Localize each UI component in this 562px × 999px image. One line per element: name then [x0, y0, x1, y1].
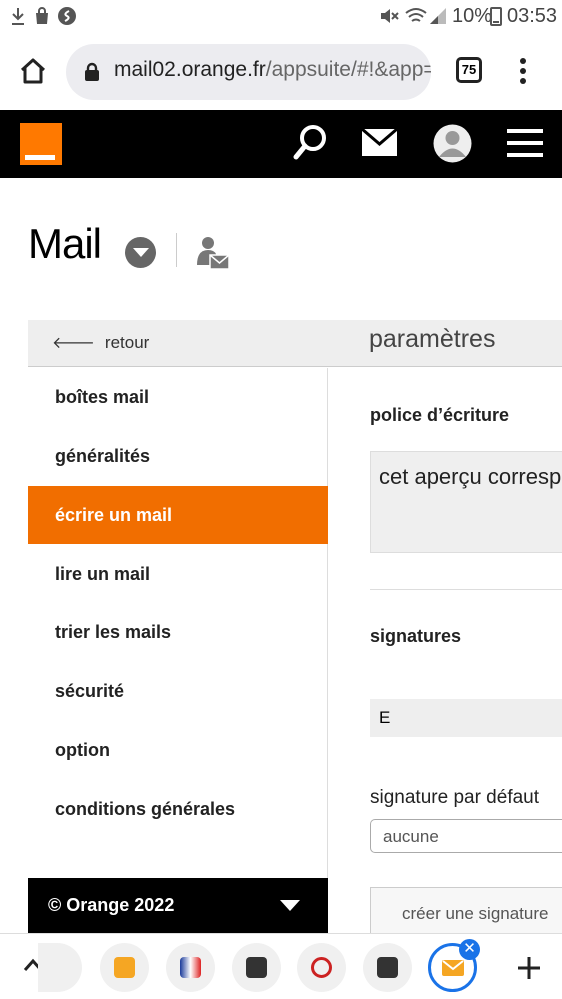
font-preview-text: cet aperçu correspond: [379, 464, 562, 489]
chevron-down-icon[interactable]: [125, 237, 156, 268]
signal-icon: [430, 8, 446, 24]
search-icon[interactable]: [293, 124, 329, 162]
page-title: Mail: [28, 220, 102, 267]
tab-thumbnail[interactable]: [38, 943, 82, 992]
settings-header: 🡐 retour paramètres: [28, 320, 562, 367]
sidebar-item-securite[interactable]: sécurité: [28, 662, 328, 720]
user-avatar-icon[interactable]: [433, 124, 472, 163]
envelope-icon[interactable]: [361, 128, 398, 158]
envelope-icon: [442, 960, 464, 976]
shazam-icon: [58, 7, 76, 25]
sidebar-item-ecrire-un-mail[interactable]: écrire un mail: [28, 486, 328, 544]
tab-thumbnail[interactable]: [363, 943, 412, 992]
arrow-left-icon: 🡐: [52, 335, 95, 352]
lock-icon: [85, 62, 99, 81]
clock: 03:53: [507, 5, 558, 27]
signatures-heading: signatures: [370, 626, 462, 646]
default-signature-value: aucune: [383, 827, 439, 846]
wifi-icon: [405, 8, 427, 22]
tab-thumbnail[interactable]: [232, 943, 281, 992]
url-text: mail02.orange.fr/appsuite/#!&app=: [114, 58, 431, 81]
download-icon: [12, 8, 24, 25]
sidebar-item-option[interactable]: option: [28, 721, 328, 779]
signature-name: E: [379, 708, 391, 727]
back-label: retour: [104, 333, 150, 352]
tab-switcher-button[interactable]: 75: [456, 57, 482, 83]
battery-percent: 10%: [452, 5, 493, 27]
settings-sidebar: boîtes mail généralités écrire un mail l…: [28, 368, 328, 878]
status-bar: 10% 03:53: [0, 0, 562, 36]
settings-title: paramètres: [369, 325, 496, 353]
more-vert-icon[interactable]: [514, 56, 532, 86]
tab-thumbnail[interactable]: [100, 943, 149, 992]
shopping-bag-icon: [36, 7, 48, 24]
font-preview-box: cet aperçu correspond: [370, 451, 562, 553]
contact-mail-icon[interactable]: [196, 235, 230, 271]
divider: [176, 233, 177, 267]
sidebar-item-lire-un-mail[interactable]: lire un mail: [28, 545, 328, 603]
add-tab-icon[interactable]: [517, 956, 541, 980]
site-header: [0, 110, 562, 178]
sidebar-item-trier-les-mails[interactable]: trier les mails: [28, 603, 328, 661]
sidebar-item-conditions-generales[interactable]: conditions générales: [28, 780, 328, 838]
hamburger-menu-icon[interactable]: [507, 128, 543, 158]
default-signature-label: signature par défaut: [370, 787, 540, 808]
orange-logo[interactable]: [20, 123, 62, 165]
close-tab-icon[interactable]: ✕: [459, 939, 480, 960]
chevron-down-icon: [280, 900, 300, 911]
footer-bar[interactable]: © Orange 2022: [28, 878, 328, 933]
footer-copyright: © Orange 2022: [48, 895, 175, 915]
battery-icon: [490, 7, 502, 26]
address-bar[interactable]: mail02.orange.fr/appsuite/#!&app=: [66, 44, 431, 100]
browser-toolbar: mail02.orange.fr/appsuite/#!&app= 75: [0, 36, 562, 110]
tab-thumbnail[interactable]: [166, 943, 215, 992]
back-button[interactable]: 🡐 retour: [52, 332, 149, 353]
create-signature-button[interactable]: créer une signature: [370, 887, 562, 937]
divider: [370, 589, 562, 590]
mute-icon: [381, 9, 399, 23]
font-heading: police d’écriture: [370, 405, 510, 425]
sidebar-item-boites-mail[interactable]: boîtes mail: [28, 368, 328, 426]
sidebar-item-generalites[interactable]: généralités: [28, 427, 328, 485]
default-signature-select[interactable]: aucune: [370, 819, 562, 853]
signature-list-item[interactable]: E: [370, 699, 562, 737]
home-icon[interactable]: [19, 57, 47, 85]
tab-thumbnail[interactable]: [297, 943, 346, 992]
create-signature-label: créer une signature: [402, 904, 549, 923]
